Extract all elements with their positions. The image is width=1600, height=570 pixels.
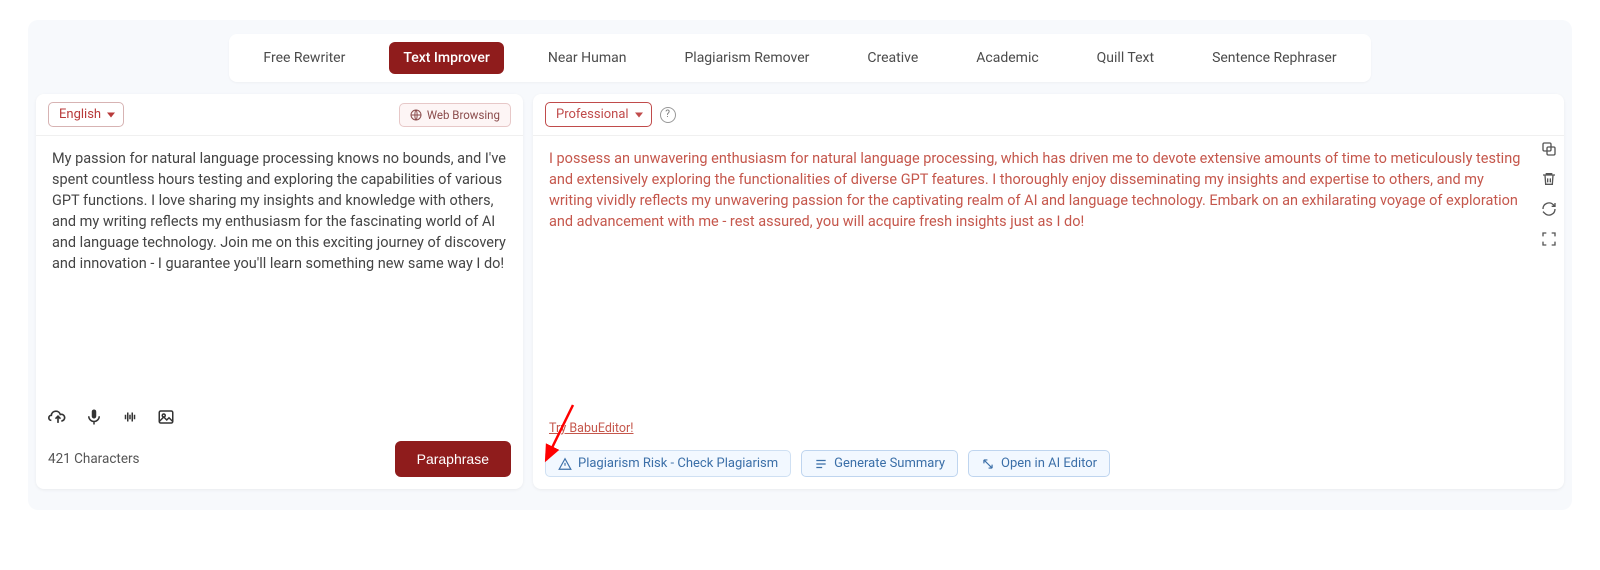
panels-row: English Web Browsing My passion for natu… — [28, 82, 1572, 489]
tab-near-human[interactable]: Near Human — [534, 42, 641, 74]
audio-wave-icon[interactable] — [120, 407, 140, 427]
tab-free-rewriter[interactable]: Free Rewriter — [249, 42, 359, 74]
app-container: Free Rewriter Text Improver Near Human P… — [28, 20, 1572, 510]
list-icon — [814, 457, 828, 471]
upload-icon[interactable] — [48, 407, 68, 427]
warning-icon — [558, 457, 572, 471]
output-try-row: Try BabuEditor! — [533, 420, 1564, 442]
input-footer: 421 Characters Paraphrase — [36, 433, 523, 489]
summary-chip-label: Generate Summary — [834, 456, 945, 471]
paraphrase-button[interactable]: Paraphrase — [395, 441, 511, 477]
output-panel-head: Professional ? — [533, 94, 1564, 136]
tab-plagiarism-remover[interactable]: Plagiarism Remover — [670, 42, 823, 74]
tab-sentence-rephraser[interactable]: Sentence Rephraser — [1198, 42, 1351, 74]
mic-icon[interactable] — [84, 407, 104, 427]
output-side-actions — [1540, 140, 1558, 248]
open-icon — [981, 457, 995, 471]
plagiarism-chip-label: Plagiarism Risk - Check Plagiarism — [578, 456, 778, 471]
help-icon[interactable]: ? — [660, 107, 676, 123]
input-panel: English Web Browsing My passion for natu… — [36, 94, 523, 489]
tabs-container: Free Rewriter Text Improver Near Human P… — [28, 20, 1572, 82]
tabs-bar: Free Rewriter Text Improver Near Human P… — [229, 34, 1370, 82]
image-icon[interactable] — [156, 407, 176, 427]
fullscreen-icon[interactable] — [1540, 230, 1558, 248]
input-panel-head: English Web Browsing — [36, 94, 523, 136]
try-babueditor-link[interactable]: Try BabuEditor! — [549, 421, 634, 436]
char-count: 421 Characters — [48, 451, 140, 467]
tab-creative[interactable]: Creative — [853, 42, 932, 74]
aieditor-chip-label: Open in AI Editor — [1001, 456, 1097, 471]
output-footer: Plagiarism Risk - Check Plagiarism Gener… — [533, 442, 1564, 489]
language-select[interactable]: English — [48, 102, 124, 127]
copy-icon[interactable] — [1540, 140, 1558, 158]
web-browsing-label: Web Browsing — [427, 108, 500, 122]
aieditor-chip[interactable]: Open in AI Editor — [968, 450, 1110, 477]
input-text[interactable]: My passion for natural language processi… — [36, 136, 523, 400]
refresh-icon[interactable] — [1540, 200, 1558, 218]
plagiarism-chip[interactable]: Plagiarism Risk - Check Plagiarism — [545, 450, 791, 477]
globe-icon — [410, 109, 422, 121]
summary-chip[interactable]: Generate Summary — [801, 450, 958, 477]
output-text[interactable]: I possess an unwavering enthusiasm for n… — [533, 136, 1564, 420]
trash-icon[interactable] — [1540, 170, 1558, 188]
style-select[interactable]: Professional — [545, 102, 652, 127]
tab-academic[interactable]: Academic — [962, 42, 1052, 74]
tab-quill-text[interactable]: Quill Text — [1083, 42, 1168, 74]
tab-text-improver[interactable]: Text Improver — [389, 42, 504, 74]
output-panel: Professional ? I possess an unwavering e… — [533, 94, 1564, 489]
web-browsing-button[interactable]: Web Browsing — [399, 103, 511, 127]
input-tools-row — [36, 400, 523, 433]
